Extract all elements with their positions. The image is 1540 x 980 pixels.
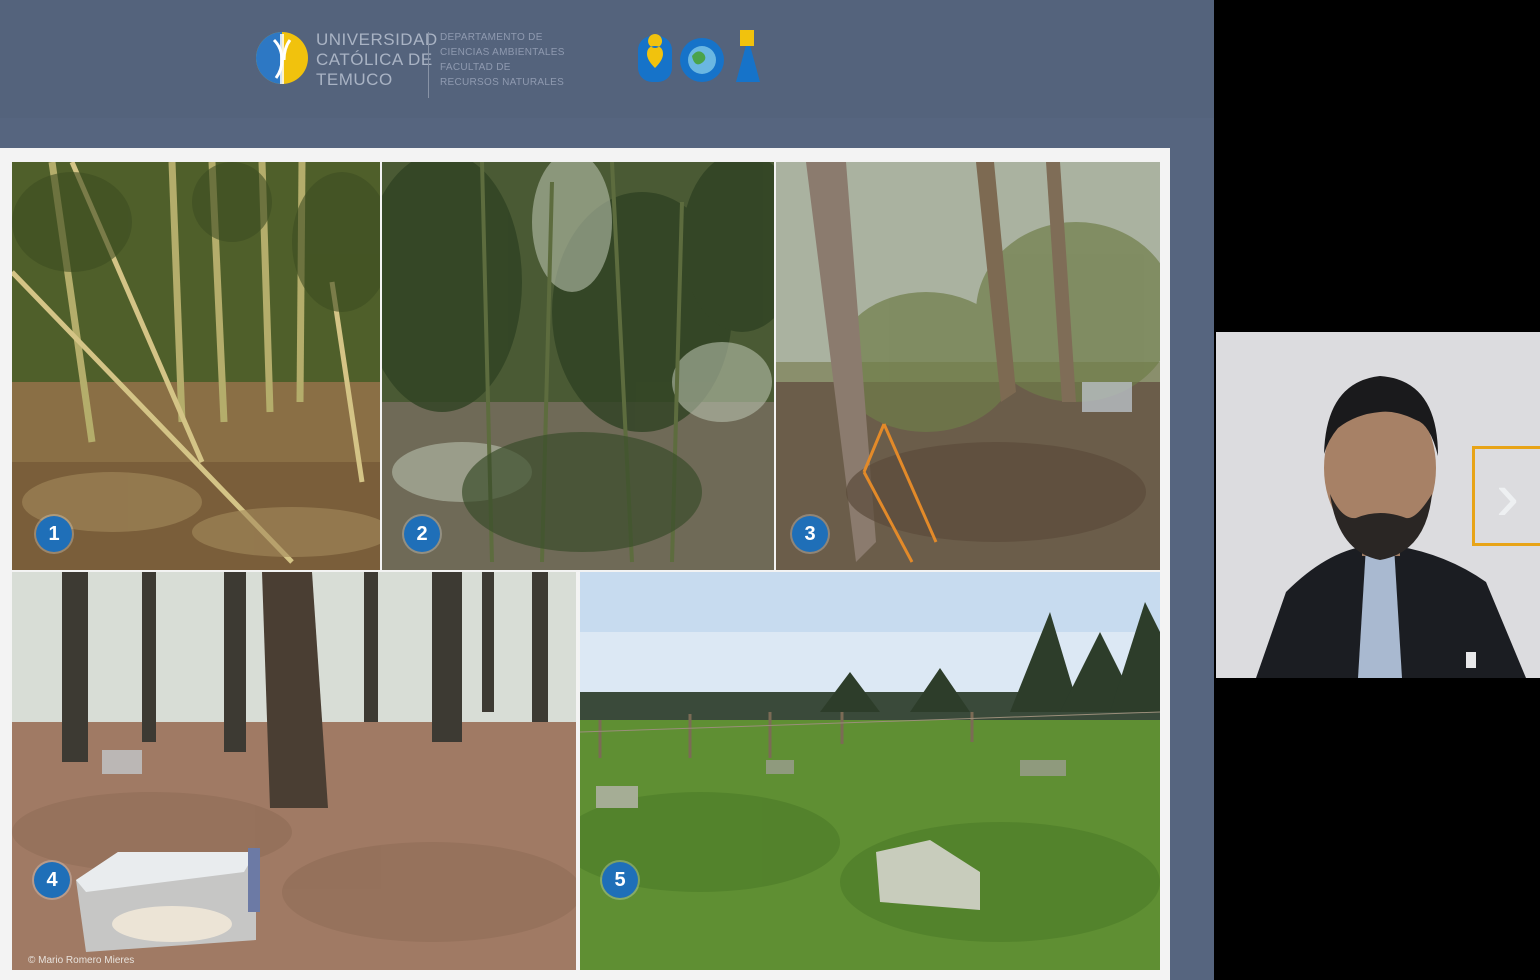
- photo-2-image: [382, 162, 774, 570]
- doa-logo-icon: [638, 30, 760, 82]
- photo-4-image: [12, 572, 576, 970]
- chevron-right-icon: ›: [1495, 457, 1520, 535]
- department-name: DEPARTAMENTO DE CIENCIAS AMBIENTALES FAC…: [440, 32, 565, 88]
- presentation-slide: UNIVERSIDAD CATÓLICA DE TEMUCO DEPARTAME…: [0, 0, 1214, 980]
- photo-5-grassland: 5: [580, 572, 1160, 970]
- photo-1-bamboo-forest: 1: [12, 162, 380, 570]
- photo-3-forest-quadrat: 3: [776, 162, 1160, 570]
- photo-4-pine-plantation: 4 © Mario Romero Mieres: [12, 572, 576, 970]
- header-divider: [428, 32, 429, 98]
- photo-collage: 1 2 3 4 © Mario Romero Mieres 5: [0, 148, 1170, 980]
- uct-logo-icon: [256, 32, 308, 84]
- photo-3-image: [776, 162, 1160, 570]
- photo-1-image: [12, 162, 380, 570]
- next-slide-button[interactable]: ›: [1472, 446, 1540, 546]
- photo-credit: © Mario Romero Mieres: [28, 955, 135, 966]
- photo-number-badge: 3: [792, 516, 828, 552]
- slide-header: UNIVERSIDAD CATÓLICA DE TEMUCO DEPARTAME…: [0, 0, 1214, 118]
- photo-number-badge: 5: [602, 862, 638, 898]
- photo-number-badge: 2: [404, 516, 440, 552]
- photo-5-image: [580, 572, 1160, 970]
- photo-number-badge: 1: [36, 516, 72, 552]
- photo-number-badge: 4: [34, 862, 70, 898]
- photo-2-dense-thicket: 2: [382, 162, 774, 570]
- university-name: UNIVERSIDAD CATÓLICA DE TEMUCO: [316, 30, 438, 89]
